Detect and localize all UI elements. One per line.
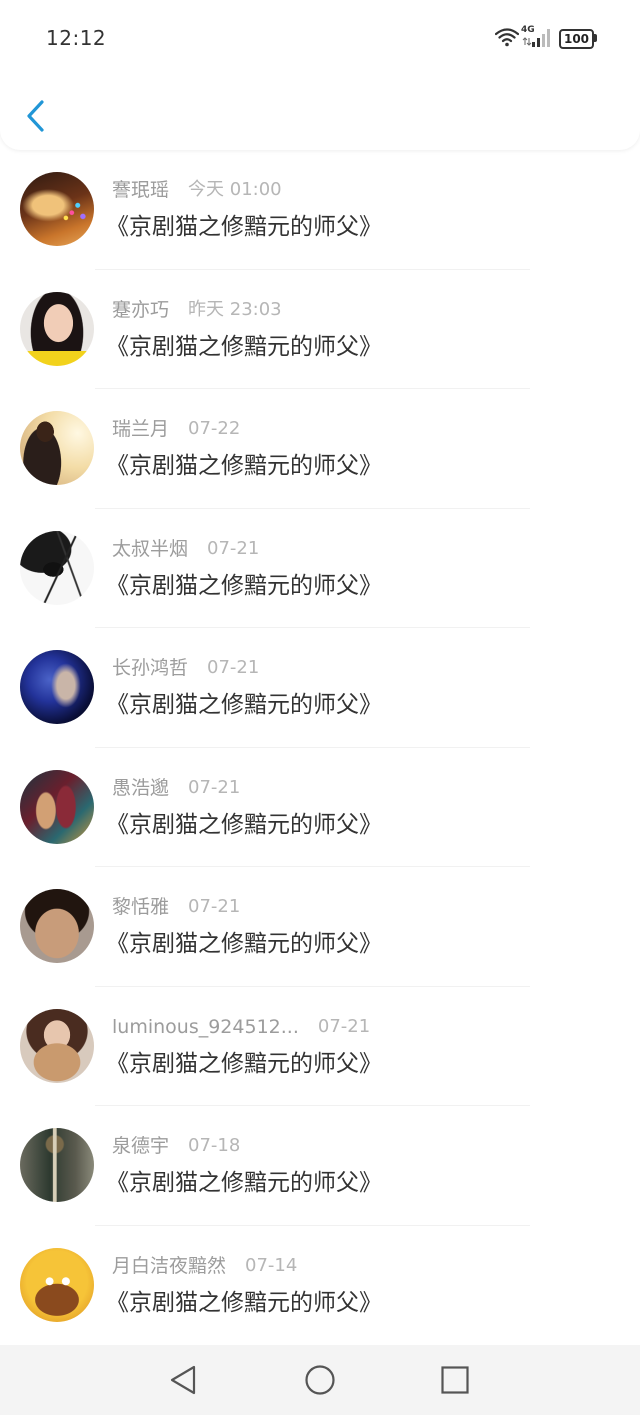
user-name[interactable]: 太叔半烟 [112, 537, 188, 561]
nav-home-button[interactable] [303, 1363, 337, 1397]
app-header: 12:12 4G 100 [0, 0, 640, 150]
user-name[interactable]: 謇珉瑶 [112, 178, 169, 202]
list-item-meta: luminous_924512... 07-21 [112, 1015, 370, 1039]
list-item[interactable]: 泉德宇 07-18 《京剧猫之修黯元的师父》 [0, 1106, 640, 1226]
user-name[interactable]: 瑞兰月 [112, 417, 169, 441]
work-title: 《京剧猫之修黯元的师父》 [106, 811, 382, 838]
list-item[interactable]: 太叔半烟 07-21 《京剧猫之修黯元的师父》 [0, 509, 640, 628]
status-time: 12:12 [46, 26, 107, 50]
timestamp: 今天 01:00 [188, 179, 282, 200]
list-item-meta: 謇珉瑶 今天 01:00 [112, 178, 282, 202]
list-item-meta: 黎恬雅 07-21 [112, 895, 240, 919]
avatar[interactable] [20, 1008, 94, 1083]
avatar[interactable] [20, 1247, 94, 1322]
user-name[interactable]: 长孙鸿哲 [112, 656, 188, 680]
circle-home-icon [305, 1365, 335, 1395]
timestamp: 07-22 [188, 418, 241, 439]
square-recents-icon [441, 1366, 469, 1394]
chevron-left-icon [27, 100, 44, 132]
work-title: 《京剧猫之修黯元的师父》 [106, 453, 382, 479]
avatar[interactable] [20, 889, 94, 963]
list-item-meta: 蹇亦巧 昨天 23:03 [112, 298, 282, 322]
list-item-meta: 泉德宇 07-18 [112, 1134, 240, 1158]
list-item-meta: 瑞兰月 07-22 [112, 417, 240, 441]
user-name[interactable]: 黎恬雅 [112, 895, 169, 919]
list-item-meta: 长孙鸿哲 07-21 [112, 656, 259, 680]
wifi-icon [495, 28, 519, 47]
battery-indicator: 100 [559, 29, 594, 49]
timestamp: 07-14 [245, 1254, 298, 1276]
avatar[interactable] [20, 769, 94, 844]
list-item[interactable]: luminous_924512... 07-21 《京剧猫之修黯元的师父》 [0, 987, 640, 1106]
user-name[interactable]: 蹇亦巧 [112, 298, 169, 322]
timestamp: 07-21 [207, 657, 260, 678]
work-title: 《京剧猫之修黯元的师父》 [106, 1289, 382, 1316]
back-button[interactable] [22, 96, 50, 136]
work-title: 《京剧猫之修黯元的师父》 [106, 1170, 382, 1196]
user-name[interactable]: 泉德宇 [112, 1134, 169, 1158]
list-item-meta: 月白洁夜黯然 07-14 [112, 1254, 297, 1278]
list-item[interactable]: 长孙鸿哲 07-21 《京剧猫之修黯元的师父》 [0, 628, 640, 748]
work-title: 《京剧猫之修黯元的师父》 [106, 214, 382, 240]
work-title: 《京剧猫之修黯元的师父》 [106, 1050, 382, 1077]
list-item-meta: 愚浩邈 07-21 [112, 776, 240, 800]
list-item[interactable]: 謇珉瑶 今天 01:00 《京剧猫之修黯元的师父》 [0, 150, 640, 270]
comment-list: 謇珉瑶 今天 01:00 《京剧猫之修黯元的师父》 蹇亦巧 昨天 23:03 《… [0, 150, 640, 1345]
work-title: 《京剧猫之修黯元的师父》 [106, 692, 382, 718]
timestamp: 07-21 [317, 1015, 371, 1037]
list-item[interactable]: 蹇亦巧 昨天 23:03 《京剧猫之修黯元的师父》 [0, 270, 640, 389]
timestamp: 07-18 [188, 1135, 241, 1156]
user-name[interactable]: 愚浩邈 [112, 776, 169, 800]
nav-back-button[interactable] [166, 1363, 200, 1397]
user-name[interactable]: luminous_924512... [112, 1015, 299, 1039]
list-item[interactable]: 瑞兰月 07-22 《京剧猫之修黯元的师父》 [0, 389, 640, 509]
user-name[interactable]: 月白洁夜黯然 [112, 1254, 226, 1278]
avatar[interactable] [20, 411, 94, 485]
system-nav-bar [0, 1345, 640, 1415]
avatar[interactable] [20, 530, 94, 605]
data-activity-icon [522, 37, 532, 46]
nav-recents-button[interactable] [438, 1363, 472, 1397]
list-item[interactable]: 愚浩邈 07-21 《京剧猫之修黯元的师父》 [0, 748, 640, 867]
list-item[interactable]: 黎恬雅 07-21 《京剧猫之修黯元的师父》 [0, 867, 640, 987]
list-item-meta: 太叔半烟 07-21 [112, 537, 259, 561]
avatar[interactable] [20, 172, 94, 246]
list-item[interactable]: 月白洁夜黯然 07-14 《京剧猫之修黯元的师父》 [0, 1226, 640, 1346]
avatar[interactable] [20, 291, 94, 366]
work-title: 《京剧猫之修黯元的师父》 [106, 572, 382, 599]
avatar[interactable] [20, 1128, 94, 1202]
work-title: 《京剧猫之修黯元的师父》 [106, 333, 382, 360]
work-title: 《京剧猫之修黯元的师父》 [106, 931, 382, 957]
timestamp: 07-21 [188, 776, 241, 798]
timestamp: 07-21 [188, 896, 241, 917]
battery-nub [594, 34, 597, 42]
timestamp: 昨天 23:03 [188, 298, 282, 320]
cell-signal-icon [532, 29, 550, 47]
avatar[interactable] [20, 650, 94, 724]
triangle-back-icon [170, 1365, 196, 1395]
timestamp: 07-21 [207, 537, 260, 559]
